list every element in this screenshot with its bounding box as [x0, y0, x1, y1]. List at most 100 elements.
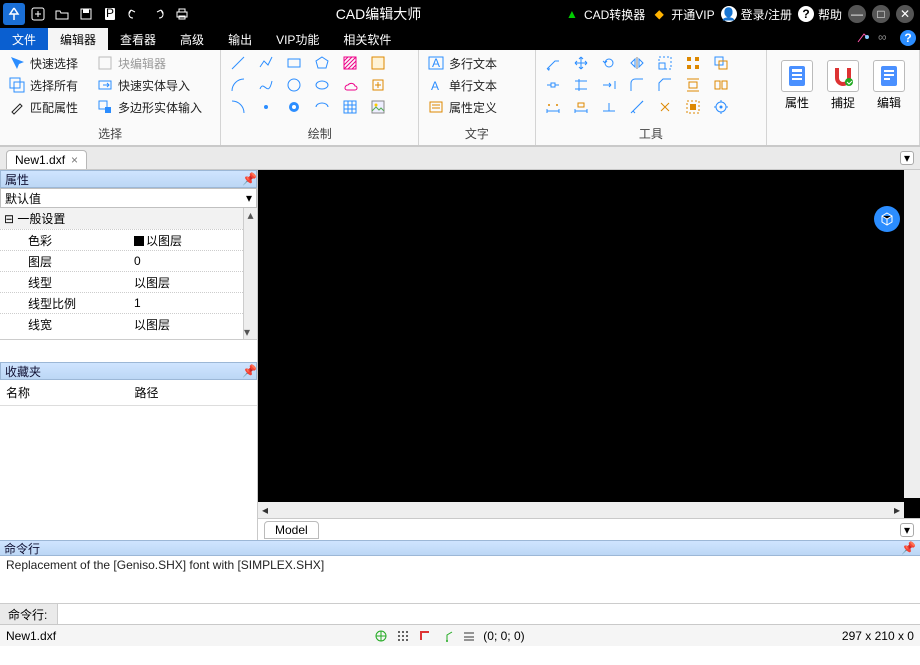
- group-icon[interactable]: [684, 98, 702, 116]
- donut-icon[interactable]: [285, 98, 303, 116]
- login-button[interactable]: 👤登录/注册: [721, 6, 792, 23]
- menu-advanced[interactable]: 高级: [168, 28, 216, 50]
- circle-icon[interactable]: [285, 76, 303, 94]
- chamfer-icon[interactable]: [656, 76, 674, 94]
- canvas-vscroll[interactable]: [904, 170, 920, 498]
- doc-tabs-dropdown[interactable]: ▾: [900, 151, 914, 165]
- redo-icon[interactable]: [147, 3, 169, 25]
- menu-vip[interactable]: VIP功能: [264, 28, 331, 50]
- help-button[interactable]: ?帮助: [798, 6, 842, 23]
- arc2-icon[interactable]: [229, 98, 247, 116]
- pin-icon[interactable]: 📌: [242, 172, 252, 186]
- break-icon[interactable]: [544, 76, 562, 94]
- select-all-button[interactable]: 选择所有: [8, 76, 78, 94]
- polygon-entity-input-button[interactable]: 多边形实体输入: [96, 98, 202, 116]
- ellipse-icon[interactable]: [313, 76, 331, 94]
- insert-block-icon[interactable]: [369, 76, 387, 94]
- app-logo-icon[interactable]: [3, 3, 25, 25]
- edit-panel-button[interactable]: 编辑: [867, 56, 911, 111]
- cad-converter-button[interactable]: ▲CAD转换器: [564, 6, 645, 23]
- trim-icon[interactable]: [572, 76, 590, 94]
- status-globe-icon[interactable]: [373, 628, 389, 644]
- menu-output[interactable]: 输出: [216, 28, 264, 50]
- hatch-icon[interactable]: [341, 54, 359, 72]
- prop-section-general[interactable]: ⊟ 一般设置: [0, 210, 130, 227]
- arc-icon[interactable]: [229, 76, 247, 94]
- point-icon[interactable]: [257, 98, 275, 116]
- cloud-icon[interactable]: [341, 76, 359, 94]
- properties-panel-header[interactable]: 属性 📌: [0, 170, 257, 188]
- align-icon[interactable]: [684, 76, 702, 94]
- prop-row-color[interactable]: 色彩以图层: [0, 229, 257, 250]
- doc-tab-1[interactable]: New1.dxf ×: [6, 150, 87, 169]
- leader-icon[interactable]: [544, 54, 562, 72]
- pdf-export-icon[interactable]: PDF: [99, 3, 121, 25]
- fast-entity-import-button[interactable]: 快速实体导入: [96, 76, 190, 94]
- status-lineweight-icon[interactable]: [461, 628, 477, 644]
- open-folder-icon[interactable]: [51, 3, 73, 25]
- dim1-icon[interactable]: [544, 98, 562, 116]
- pin-icon[interactable]: 📌: [901, 541, 916, 555]
- region-icon[interactable]: [369, 54, 387, 72]
- properties-icon[interactable]: [712, 98, 730, 116]
- print-icon[interactable]: [171, 3, 193, 25]
- menu-editor[interactable]: 编辑器: [48, 28, 108, 50]
- array-icon[interactable]: [684, 54, 702, 72]
- move-icon[interactable]: [572, 54, 590, 72]
- polygon-icon[interactable]: [313, 54, 331, 72]
- collapse-ribbon-icon[interactable]: ∞: [878, 30, 894, 46]
- ellipse-arc-icon[interactable]: [313, 98, 331, 116]
- block-editor-button[interactable]: 块编辑器: [96, 54, 166, 72]
- fillet-icon[interactable]: [628, 76, 646, 94]
- status-ortho-icon[interactable]: [417, 628, 433, 644]
- spline-icon[interactable]: [257, 76, 275, 94]
- rotate-icon[interactable]: [600, 54, 618, 72]
- attrdef-button[interactable]: 属性定义: [427, 98, 497, 116]
- fav-col-name[interactable]: 名称: [0, 380, 129, 405]
- drawing-canvas[interactable]: ◂▸: [258, 170, 920, 518]
- style-switch-icon[interactable]: [856, 30, 872, 46]
- table-draw-icon[interactable]: [341, 98, 359, 116]
- offset-icon[interactable]: [712, 54, 730, 72]
- join-icon[interactable]: [712, 76, 730, 94]
- dim3-icon[interactable]: [600, 98, 618, 116]
- help-bubble-icon[interactable]: ?: [900, 30, 916, 46]
- status-polar-icon[interactable]: [439, 628, 455, 644]
- mtext-button[interactable]: A多行文本: [427, 54, 497, 72]
- match-properties-button[interactable]: 匹配属性: [8, 98, 78, 116]
- quick-select-button[interactable]: 快速选择: [8, 54, 78, 72]
- snap-panel-button[interactable]: 捕捉: [821, 56, 865, 111]
- minimize-button[interactable]: —: [848, 5, 866, 23]
- menu-related[interactable]: 相关软件: [331, 28, 403, 50]
- image-icon[interactable]: [369, 98, 387, 116]
- properties-selector[interactable]: 默认值 ▾: [0, 188, 257, 208]
- doc-tab-close-icon[interactable]: ×: [71, 153, 78, 167]
- favorites-panel-header[interactable]: 收藏夹 📌: [0, 362, 257, 380]
- stext-button[interactable]: A单行文本: [427, 76, 497, 94]
- status-grid-icon[interactable]: [395, 628, 411, 644]
- prop-row-ltscale[interactable]: 线型比例1: [0, 292, 257, 313]
- line-icon[interactable]: [229, 54, 247, 72]
- command-input[interactable]: [58, 604, 920, 624]
- menu-viewer[interactable]: 查看器: [108, 28, 168, 50]
- rectangle-icon[interactable]: [285, 54, 303, 72]
- fav-col-path[interactable]: 路径: [129, 380, 258, 405]
- extend-icon[interactable]: [600, 76, 618, 94]
- open-vip-button[interactable]: ◆开通VIP: [651, 6, 714, 23]
- model-tab[interactable]: Model: [264, 521, 319, 539]
- command-panel-header[interactable]: 命令行 📌: [0, 540, 920, 556]
- polyline-icon[interactable]: [257, 54, 275, 72]
- dim2-icon[interactable]: [572, 98, 590, 116]
- model-tabs-dropdown[interactable]: ▾: [900, 523, 914, 537]
- scale-icon[interactable]: [656, 54, 674, 72]
- view-cube-icon[interactable]: [874, 206, 900, 232]
- properties-panel-button[interactable]: 属性: [775, 56, 819, 111]
- mirror-icon[interactable]: [628, 54, 646, 72]
- explode-icon[interactable]: [656, 98, 674, 116]
- pin-icon[interactable]: 📌: [242, 364, 252, 378]
- new-file-icon[interactable]: [27, 3, 49, 25]
- menu-file[interactable]: 文件: [0, 28, 48, 50]
- close-button[interactable]: ✕: [896, 5, 914, 23]
- dim4-icon[interactable]: [628, 98, 646, 116]
- prop-row-lineweight[interactable]: 线宽以图层: [0, 313, 257, 334]
